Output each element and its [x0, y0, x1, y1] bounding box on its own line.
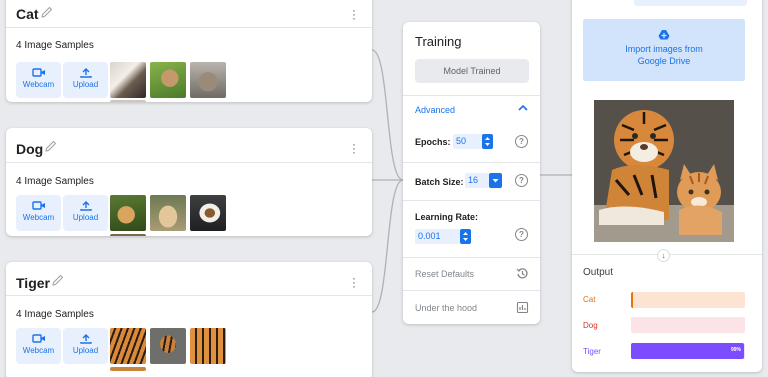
divider	[403, 257, 540, 258]
divider	[403, 200, 540, 201]
import-google-drive-button[interactable]: Import images from Google Drive	[583, 19, 745, 81]
reset-icon[interactable]	[516, 267, 529, 280]
learning-rate-stepper[interactable]	[460, 229, 471, 244]
confidence-bar-cat	[631, 292, 745, 308]
class-card-dog: Dog · · · 4 Image Samples Webcam Upload	[6, 128, 372, 236]
dog-sample-image[interactable]	[110, 195, 146, 231]
tiger-and-cat-image	[594, 100, 734, 242]
cat-sample-image[interactable]	[110, 100, 146, 102]
chevron-up-icon[interactable]	[518, 104, 528, 112]
upload-label: Upload	[72, 80, 99, 89]
sample-count: 4 Image Samples	[16, 176, 94, 187]
upload-label: Upload	[72, 213, 99, 222]
tiger-sample-image[interactable]	[150, 328, 186, 364]
epochs-stepper[interactable]	[482, 134, 493, 149]
help-icon[interactable]: ?	[515, 174, 528, 187]
cat-sample-image[interactable]	[150, 62, 186, 98]
confidence-bar-dog	[631, 317, 745, 333]
help-icon[interactable]: ?	[515, 135, 528, 148]
epochs-input[interactable]: 50	[453, 134, 483, 149]
more-options-icon[interactable]: · · ·	[352, 4, 356, 24]
confidence-fill	[631, 292, 633, 308]
learning-rate-input[interactable]: 0.001	[415, 229, 460, 244]
output-label-dog: Dog	[583, 321, 598, 330]
confidence-bar-tiger: 99%	[631, 343, 745, 359]
output-title: Output	[583, 267, 614, 278]
dog-sample-image[interactable]	[110, 234, 146, 236]
sample-count: 4 Image Samples	[16, 40, 94, 51]
confidence-percent: 99%	[730, 347, 741, 353]
batch-size-dropdown[interactable]	[489, 173, 502, 188]
google-drive-icon	[658, 30, 670, 40]
tiger-sample-image[interactable]	[190, 328, 226, 364]
webcam-icon	[31, 68, 45, 77]
upload-icon	[79, 68, 92, 78]
edit-pencil-icon[interactable]	[40, 5, 54, 19]
class-name[interactable]: Dog	[16, 141, 43, 157]
preview-image	[594, 100, 734, 242]
upload-label: Upload	[72, 346, 99, 355]
under-the-hood-button[interactable]: Under the hood	[415, 303, 477, 313]
upload-icon	[79, 334, 92, 344]
webcam-label: Webcam	[22, 213, 55, 222]
preview-panel: Import images from Google Drive ↓ Output…	[572, 0, 762, 372]
dropdown-arrow-icon	[492, 179, 499, 183]
upload-button[interactable]: Upload	[63, 328, 108, 364]
class-card-tiger: Tiger · · · 4 Image Samples Webcam Upload	[6, 262, 372, 377]
learning-rate-label: Learning Rate:	[415, 212, 479, 222]
advanced-toggle[interactable]: Advanced	[415, 105, 455, 115]
batch-size-label: Batch Size:	[415, 177, 464, 187]
tiger-sample-image[interactable]	[110, 328, 146, 364]
class-name[interactable]: Cat	[16, 6, 39, 22]
arrow-down-icon: ↓	[657, 249, 670, 262]
webcam-button[interactable]: Webcam	[16, 195, 61, 231]
upload-button[interactable]: Upload	[63, 62, 108, 98]
divider	[403, 162, 540, 163]
upload-icon	[79, 201, 92, 211]
more-options-icon[interactable]: · · ·	[352, 272, 356, 292]
cat-sample-image[interactable]	[110, 62, 146, 98]
class-card-cat: Cat · · · 4 Image Samples Webcam Upload	[6, 0, 372, 102]
reset-defaults-button[interactable]: Reset Defaults	[415, 269, 474, 279]
output-label-tiger: Tiger	[583, 347, 601, 356]
stepper-arrows-icon	[463, 232, 468, 241]
confidence-fill	[631, 343, 744, 359]
edit-pencil-icon[interactable]	[44, 139, 58, 153]
upload-button[interactable]: Upload	[63, 195, 108, 231]
training-panel: Training Model Trained Advanced Epochs: …	[403, 22, 540, 324]
train-model-button[interactable]: Model Trained	[415, 59, 529, 83]
webcam-label: Webcam	[22, 346, 55, 355]
dog-sample-image[interactable]	[190, 195, 226, 231]
stepper-arrows-icon	[485, 137, 490, 146]
more-options-icon[interactable]: · · ·	[352, 138, 356, 158]
training-title: Training	[415, 34, 462, 49]
webcam-label: Webcam	[22, 80, 55, 89]
webcam-icon	[31, 334, 45, 343]
edit-pencil-icon[interactable]	[51, 273, 65, 287]
cat-sample-image[interactable]	[190, 62, 226, 98]
sample-count: 4 Image Samples	[16, 309, 94, 320]
dog-sample-image[interactable]	[150, 195, 186, 231]
batch-size-select[interactable]: 16	[465, 173, 489, 188]
class-name[interactable]: Tiger	[16, 275, 50, 291]
epochs-label: Epochs:	[415, 137, 451, 147]
chart-icon[interactable]	[516, 301, 529, 314]
google-drive-label: Import images from Google Drive	[625, 44, 703, 66]
divider	[403, 95, 540, 96]
help-icon[interactable]: ?	[515, 228, 528, 241]
top-toggle[interactable]	[634, 0, 747, 6]
webcam-icon	[31, 201, 45, 210]
webcam-button[interactable]: Webcam	[16, 328, 61, 364]
tiger-sample-image[interactable]	[110, 367, 146, 371]
output-label-cat: Cat	[583, 295, 596, 304]
webcam-button[interactable]: Webcam	[16, 62, 61, 98]
divider	[403, 290, 540, 291]
